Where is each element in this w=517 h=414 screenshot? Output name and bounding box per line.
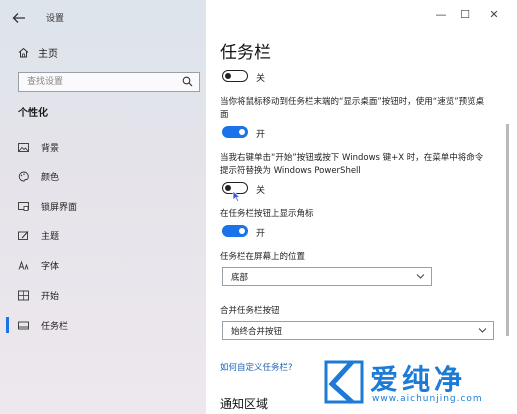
setting-label: 任务栏在屏幕上的位置 — [220, 252, 306, 262]
toggle-state-label: 开 — [256, 229, 266, 239]
setting-description: 在任务栏按钮上显示角标 — [220, 209, 314, 219]
back-arrow-icon[interactable] — [10, 9, 28, 27]
notification-area-heading: 通知区域 — [220, 397, 269, 411]
sidebar-item-taskbar[interactable]: 任务栏 — [6, 314, 200, 336]
picture-icon — [18, 142, 29, 152]
search-box — [18, 72, 200, 92]
badges-toggle[interactable] — [222, 225, 248, 237]
sidebar-item-label: 开始 — [41, 291, 60, 302]
taskbar-position-dropdown[interactable]: 底部 — [222, 267, 432, 286]
settings-window: 设置 主页 个性化 背景 — [0, 0, 517, 414]
sidebar-item-label: 颜色 — [41, 172, 60, 183]
setting-description: 当你将鼠标移动到任务栏末端的“显示桌面”按钮时，使用“速览”预览桌面 — [220, 97, 485, 120]
watermark-text: 爱纯净 — [370, 363, 467, 396]
mouse-cursor-icon — [232, 190, 241, 202]
toggle-state-label: 关 — [256, 74, 266, 84]
page-title: 任务栏 — [220, 43, 271, 63]
section-heading: 个性化 — [18, 108, 48, 119]
maximize-button[interactable]: ☐ — [458, 8, 472, 22]
toggle-state-label: 关 — [256, 186, 266, 196]
scrollbar[interactable] — [506, 124, 509, 336]
sidebar-item-lock-screen[interactable]: 锁屏界面 — [14, 195, 200, 217]
font-icon — [18, 260, 29, 270]
minimize-button[interactable]: — — [434, 8, 448, 22]
chevron-down-icon — [478, 328, 487, 333]
dropdown-value: 底部 — [231, 273, 249, 283]
close-button[interactable]: ✕ — [487, 8, 501, 22]
taskbar-icon — [18, 321, 29, 329]
toggle-state-label: 开 — [256, 130, 266, 140]
combine-buttons-dropdown[interactable]: 始终合并按钮 — [222, 321, 494, 340]
dropdown-value: 始终合并按钮 — [231, 327, 283, 337]
home-label: 主页 — [38, 49, 58, 60]
watermark-logo-icon — [324, 360, 364, 404]
watermark: 爱纯净 www.aichunjing.com — [312, 352, 517, 414]
palette-icon — [18, 171, 29, 181]
peek-toggle[interactable] — [222, 126, 248, 138]
sidebar-item-label: 主题 — [41, 231, 60, 242]
sidebar-item-fonts[interactable]: 字体 — [14, 254, 200, 276]
home-icon — [18, 47, 29, 58]
sidebar-item-label: 字体 — [41, 261, 60, 272]
app-title: 设置 — [46, 14, 65, 24]
sidebar-item-home[interactable]: 主页 — [18, 45, 58, 60]
toggle-switch-1[interactable] — [222, 70, 248, 82]
sidebar-item-label: 任务栏 — [41, 321, 69, 332]
sidebar-item-label: 背景 — [41, 143, 60, 154]
search-icon[interactable] — [182, 76, 193, 87]
setting-description: 当我右键单击“开始”按钮或按下 Windows 键+X 时，在菜单中将命令提示符… — [220, 153, 484, 176]
customize-taskbar-link[interactable]: 如何自定义任务栏? — [220, 361, 293, 373]
sidebar-item-label: 锁屏界面 — [41, 202, 78, 213]
sidebar-item-themes[interactable]: 主题 — [14, 224, 200, 246]
chevron-down-icon — [416, 274, 425, 279]
search-input[interactable] — [19, 73, 177, 91]
watermark-url: www.aichunjing.com — [372, 394, 483, 404]
setting-label: 合并任务栏按钮 — [220, 306, 280, 316]
theme-icon — [18, 230, 29, 240]
sidebar-item-background[interactable]: 背景 — [14, 136, 200, 158]
lock-screen-icon — [18, 201, 29, 211]
start-icon — [18, 290, 29, 300]
sidebar-item-start[interactable]: 开始 — [14, 284, 200, 306]
sidebar: 设置 主页 个性化 背景 — [0, 0, 206, 414]
sidebar-item-colors[interactable]: 颜色 — [14, 165, 200, 187]
